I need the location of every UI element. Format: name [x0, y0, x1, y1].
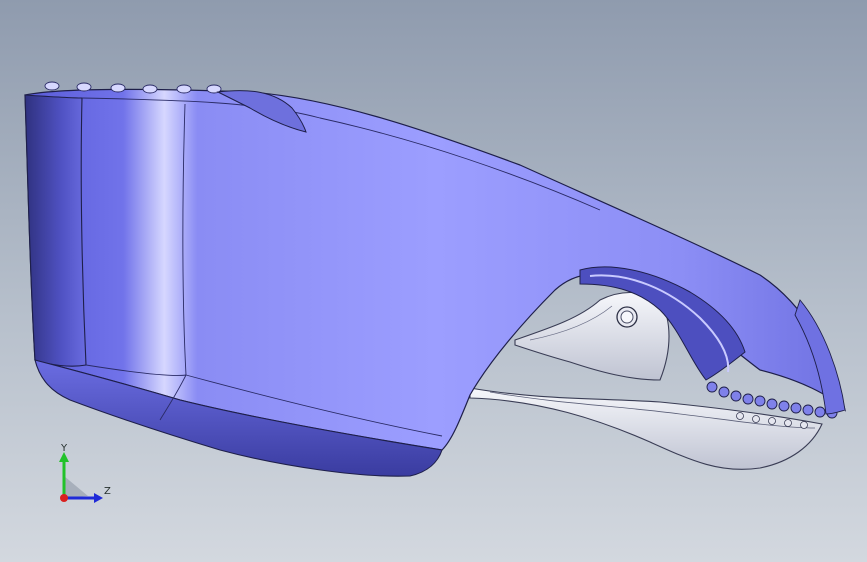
coordinate-triad: Y Z	[59, 443, 111, 503]
z-axis-label: Z	[104, 486, 111, 497]
clamp-3d-model[interactable]	[0, 0, 867, 562]
handle-end-cap[interactable]	[24, 94, 87, 367]
graphics-viewport[interactable]: Y Z	[0, 0, 867, 562]
origin-icon	[60, 494, 68, 502]
triad-xy-plane-icon	[64, 476, 88, 498]
pivot-pin-inner	[620, 310, 634, 324]
y-axis-label: Y	[60, 443, 68, 454]
z-axis-arrow-icon	[94, 493, 103, 503]
